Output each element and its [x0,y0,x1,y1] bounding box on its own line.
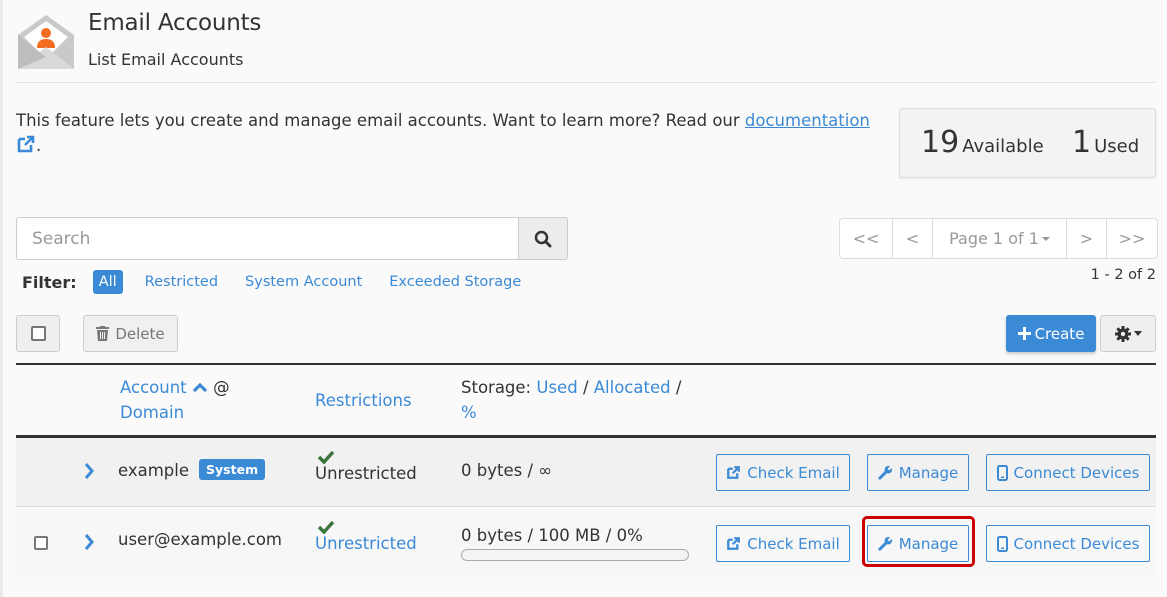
filter-bar: Filter: All Restricted System Account Ex… [22,268,548,296]
select-all-checkbox[interactable] [16,315,60,352]
separator: / [675,378,682,397]
results-range: 1 - 2 of 2 [1090,267,1156,283]
table-row: user@example.com Unrestricted 0 bytes / … [16,508,1156,577]
gear-icon [1114,325,1131,342]
check-icon [317,450,335,464]
next-page-button[interactable]: > [1066,219,1106,258]
page-header: Email Accounts List Email Accounts [16,8,1156,83]
create-button[interactable]: Create [1006,315,1096,352]
description-suffix: . [36,136,42,155]
search-icon [534,230,552,247]
system-badge: System [199,459,266,480]
storage-cell: 0 bytes / 100 MB / 0% [461,526,643,545]
feature-description: This feature lets you create and manage … [16,108,876,158]
sort-restrictions[interactable]: Restrictions [315,388,412,413]
sort-account[interactable]: Account [120,378,187,397]
check-icon [317,520,335,534]
envelope-person-icon [18,15,74,69]
external-link-icon [727,466,741,479]
manage-button-highlight [862,516,975,567]
restriction-cell: Unrestricted [315,520,417,553]
restriction-cell: Unrestricted [315,450,417,483]
account-cell: example System [118,459,266,480]
filter-exceeded-storage[interactable]: Exceeded Storage [389,271,521,293]
connect-devices-label: Connect Devices [1013,534,1140,553]
settings-dropdown-button[interactable] [1100,315,1156,352]
storage-prefix: Storage: [461,378,532,397]
last-page-button[interactable]: >> [1106,219,1157,258]
connect-devices-label: Connect Devices [1013,463,1140,482]
sort-domain[interactable]: Domain [120,403,184,422]
checkbox-box [34,536,48,550]
description-text: This feature lets you create and manage … [16,111,745,130]
pagination: << < Page 1 of 1 > >> [839,218,1158,259]
used-count: 1 [1072,125,1092,160]
search-group [16,217,568,260]
row-select-checkbox[interactable] [34,536,48,550]
check-email-button[interactable]: Check Email [716,525,850,562]
page-edge [0,0,3,597]
manage-label: Manage [898,463,959,482]
expand-chevron-icon[interactable] [83,462,95,480]
search-input[interactable] [16,217,519,260]
page-select[interactable]: Page 1 of 1 [932,219,1066,258]
external-link-icon [727,537,741,550]
sort-ascending-icon[interactable] [192,381,208,393]
available-stat: 19 Available [921,125,1044,160]
page-subtitle: List Email Accounts [88,50,244,69]
account-name: example [118,461,190,480]
sort-percent[interactable]: % [461,403,477,422]
search-button[interactable] [518,217,568,260]
plus-icon [1017,327,1031,340]
create-label: Create [1034,324,1085,343]
expand-chevron-icon[interactable] [83,533,95,551]
manage-button[interactable]: Manage [867,454,969,491]
used-stat: 1 Used [1072,125,1139,160]
mobile-phone-icon [996,535,1008,552]
filter-system-account[interactable]: System Account [245,271,362,293]
mobile-phone-icon [996,464,1008,481]
account-stats-panel: 19 Available 1 Used [899,108,1156,178]
storage-cell: 0 bytes / ∞ [461,461,552,480]
delete-label: Delete [115,324,165,343]
account-column-header[interactable]: Account @ Domain [120,375,230,425]
filter-all[interactable]: All [92,270,123,294]
page-label: Page 1 of 1 [949,229,1039,248]
sort-allocated[interactable]: Allocated [594,378,671,397]
trash-icon [96,326,110,341]
wrench-icon [878,465,893,480]
documentation-link[interactable]: documentation [745,111,870,130]
separator: / [582,378,589,397]
table-header: Account @ Domain Restrictions Storage: U… [16,365,1156,435]
check-email-button[interactable]: Check Email [716,454,850,491]
connect-devices-button[interactable]: Connect Devices [986,525,1150,562]
filter-label: Filter: [22,272,77,292]
filter-restricted[interactable]: Restricted [145,271,218,293]
account-name: user@example.com [118,530,282,549]
table-row: example System Unrestricted 0 bytes / ∞ C… [16,438,1156,507]
used-label: Used [1094,136,1140,157]
available-label: Available [962,136,1044,157]
caret-down-icon [1133,331,1142,336]
available-count: 19 [921,125,960,160]
first-page-button[interactable]: << [840,219,892,258]
checkbox-box [30,326,46,341]
storage-progress-bar [461,549,689,561]
prev-page-button[interactable]: < [892,219,932,258]
storage-column-header: Storage: Used / Allocated / % [461,375,681,425]
page-title: Email Accounts [88,10,262,36]
restriction-status: Unrestricted [315,464,417,483]
external-link-icon[interactable] [16,134,36,154]
check-email-label: Check Email [747,534,840,553]
connect-devices-button[interactable]: Connect Devices [986,454,1150,491]
sort-used[interactable]: Used [536,378,577,397]
check-email-label: Check Email [747,463,840,482]
delete-button[interactable]: Delete [83,315,178,352]
caret-down-icon [1041,236,1050,241]
restriction-status-link[interactable]: Unrestricted [315,534,417,553]
at-symbol: @ [213,378,230,397]
